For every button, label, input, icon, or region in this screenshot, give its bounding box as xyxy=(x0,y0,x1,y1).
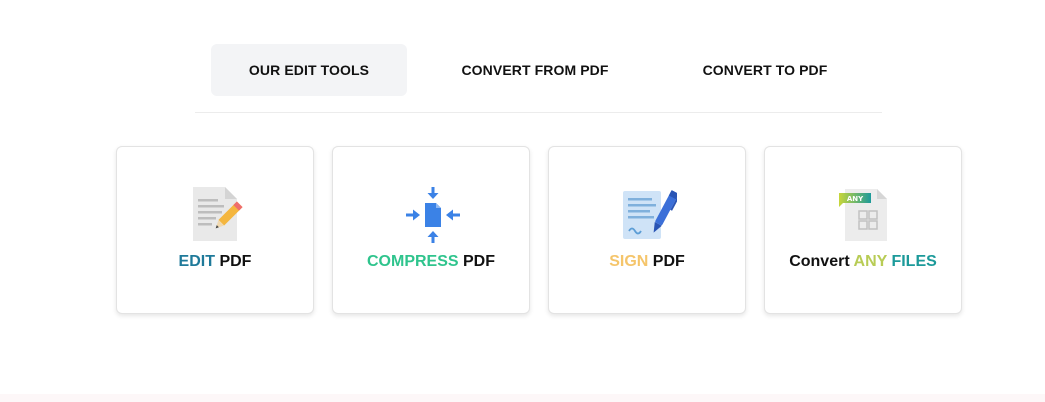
convert-any-label-files: FILES xyxy=(887,253,937,270)
compress-pdf-label-highlight: COMPRESS xyxy=(366,253,459,270)
sign-pdf-card[interactable]: SIGN PDF xyxy=(548,146,746,314)
convert-any-icon: ANY xyxy=(839,189,887,241)
compress-pdf-card[interactable]: COMPRESS PDF xyxy=(332,146,530,314)
sign-pdf-icon xyxy=(623,190,677,239)
sign-pdf-label-highlight: SIGN xyxy=(609,253,649,270)
edit-pdf-label-highlight: EDIT xyxy=(178,253,215,270)
tab-convert-from-pdf[interactable]: CONVERT FROM PDF xyxy=(437,44,633,96)
edit-pdf-label: EDIT PDF xyxy=(117,253,313,271)
tab-convert-to-pdf[interactable]: CONVERT TO PDF xyxy=(667,44,863,96)
compress-pdf-label: COMPRESS PDF xyxy=(333,253,529,271)
sign-pdf-label: SIGN PDF xyxy=(549,253,745,271)
compress-pdf-label-rest: PDF xyxy=(458,253,496,270)
edit-pdf-label-rest: PDF xyxy=(215,253,252,270)
convert-any-label-any: ANY xyxy=(853,253,888,270)
bottom-band xyxy=(0,394,1045,402)
convert-any-label-prefix: Convert xyxy=(789,253,854,270)
convert-any-files-label: Convert ANY FILES xyxy=(765,253,961,271)
tool-tabs: OUR EDIT TOOLS CONVERT FROM PDF CONVERT … xyxy=(195,44,882,113)
edit-pdf-icon xyxy=(193,187,243,241)
edit-pdf-card[interactable]: EDIT PDF xyxy=(116,146,314,314)
tab-our-edit-tools[interactable]: OUR EDIT TOOLS xyxy=(211,44,407,96)
convert-any-files-card[interactable]: ANY Convert ANY FILES xyxy=(764,146,962,314)
compress-pdf-icon xyxy=(406,187,460,243)
any-badge-text: ANY xyxy=(847,195,864,203)
sign-pdf-label-rest: PDF xyxy=(648,253,685,270)
